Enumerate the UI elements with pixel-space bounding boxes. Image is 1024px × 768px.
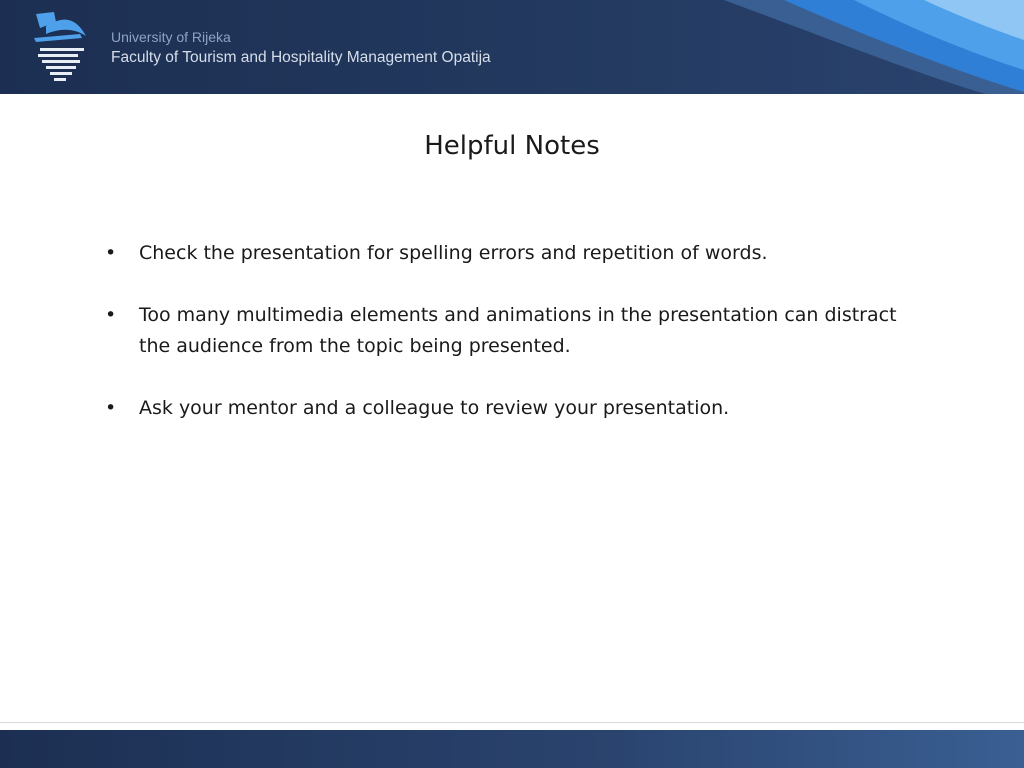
slide-header: University of Rijeka Faculty of Tourism … [0,0,1024,94]
slide-footer-bar [0,730,1024,768]
bullet-marker: • [105,304,117,326]
slide-title: Helpful Notes [424,131,600,161]
header-swoosh-decoration [724,0,1024,94]
bullet-list: • Check the presentation for spelling er… [105,238,905,455]
bullet-item: • Too many multimedia elements and anima… [105,300,905,362]
bullet-marker: • [105,242,117,264]
bullet-item: • Ask your mentor and a colleague to rev… [105,393,905,424]
university-logo-icon [34,12,86,81]
bullet-marker: • [105,397,117,419]
university-name: University of Rijeka [111,29,231,45]
bullet-text: Too many multimedia elements and animati… [139,304,897,357]
faculty-name: Faculty of Tourism and Hospitality Manag… [111,49,491,66]
footer-divider [0,722,1024,723]
bullet-text: Check the presentation for spelling erro… [139,242,768,264]
bullet-item: • Check the presentation for spelling er… [105,238,905,269]
bullet-text: Ask your mentor and a colleague to revie… [139,397,730,419]
